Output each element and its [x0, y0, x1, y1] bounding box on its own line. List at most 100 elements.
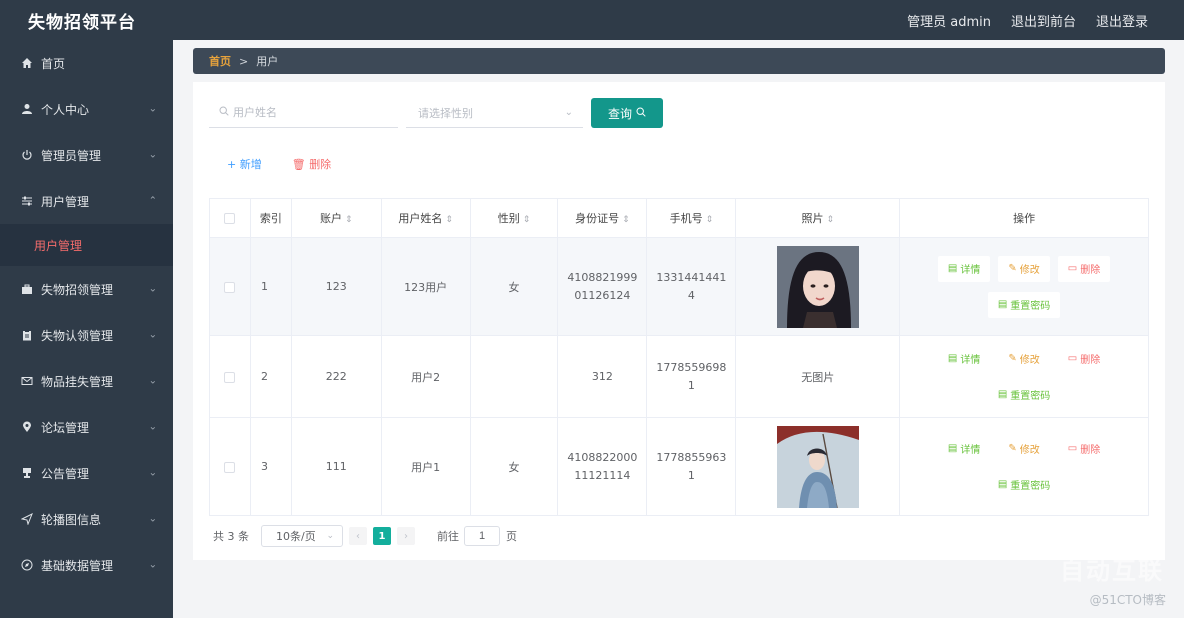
- edit-button[interactable]: ✎ 修改: [998, 255, 1050, 282]
- row-checkbox[interactable]: [209, 417, 251, 516]
- cell-gender: [469, 335, 559, 418]
- sidebar: 首页 个人中心 ⌄ 管理员管理 ⌄ 用户管理 ⌃ 用户管理 失物招领管理 ⌄ 失…: [0, 40, 173, 618]
- select-all-checkbox[interactable]: [209, 198, 251, 238]
- next-page-button[interactable]: ›: [397, 527, 415, 545]
- sidebar-subitem-user-manage[interactable]: 用户管理: [0, 224, 173, 266]
- sidebar-item-home[interactable]: 首页: [0, 40, 173, 86]
- admin-user-label[interactable]: 管理员 admin: [907, 11, 991, 30]
- sort-icon: ⇕: [345, 215, 353, 225]
- reset-password-button[interactable]: ▤ 重置密码: [987, 471, 1061, 498]
- pagination-total: 共 3 条: [213, 530, 249, 543]
- sort-icon: ⇕: [522, 215, 531, 225]
- col-account[interactable]: 账户 ⇕: [290, 198, 382, 238]
- home-icon: [20, 56, 34, 70]
- col-phone[interactable]: 手机号 ⇕: [646, 198, 737, 238]
- pencil-icon: ✎: [1008, 353, 1017, 364]
- delete-button[interactable]: ▭ 删除: [1057, 435, 1111, 462]
- sidebar-item-claims[interactable]: 失物认领管理 ⌄: [0, 312, 173, 358]
- row-checkbox[interactable]: [209, 237, 251, 336]
- document-icon: ▤: [947, 353, 958, 364]
- cell-photo: [735, 417, 901, 516]
- chevron-down-icon: ⌄: [148, 375, 157, 387]
- compass-icon: [20, 558, 34, 572]
- document-icon: ▤: [997, 389, 1008, 400]
- search-icon: [219, 106, 229, 119]
- clipboard-icon: [20, 328, 34, 342]
- detail-button[interactable]: ▤ 详情: [937, 255, 991, 282]
- sidebar-item-admin[interactable]: 管理员管理 ⌄: [0, 132, 173, 178]
- prev-page-button[interactable]: ‹: [349, 527, 367, 545]
- reset-password-button[interactable]: ▤ 重置密码: [987, 291, 1061, 318]
- sidebar-item-users[interactable]: 用户管理 ⌃: [0, 178, 173, 224]
- trash-icon: ▭: [1067, 443, 1078, 454]
- search-row: 请选择性别 ⌄ 查询: [209, 98, 663, 128]
- sidebar-item-forum[interactable]: 论坛管理 ⌄: [0, 404, 173, 450]
- user-photo[interactable]: [776, 425, 859, 508]
- user-photo[interactable]: [776, 245, 859, 328]
- breadcrumb-current: 用户: [256, 55, 279, 68]
- app-title: 失物招领平台: [28, 12, 136, 33]
- cell-name: 123用户: [380, 237, 471, 336]
- detail-button[interactable]: ▤ 详情: [937, 345, 991, 372]
- sliders-icon: [20, 194, 34, 208]
- breadcrumb-home[interactable]: 首页: [209, 53, 231, 69]
- add-button[interactable]: + 新增: [227, 156, 262, 172]
- pagination: 共 3 条 10条/页 ⌄ ‹ 1 › 前往 页: [213, 525, 517, 547]
- gender-select[interactable]: 请选择性别 ⌄: [406, 98, 583, 128]
- detail-button[interactable]: ▤ 详情: [937, 435, 991, 462]
- chevron-down-icon: ⌄: [564, 107, 573, 118]
- chevron-down-icon: ⌄: [148, 513, 157, 525]
- sidebar-item-loss-report[interactable]: 物品挂失管理 ⌄: [0, 358, 173, 404]
- sidebar-item-carousel[interactable]: 轮播图信息 ⌄: [0, 496, 173, 542]
- row-checkbox[interactable]: [209, 335, 251, 418]
- sidebar-item-profile[interactable]: 个人中心 ⌄: [0, 86, 173, 132]
- cell-photo: 无图片: [735, 335, 901, 418]
- delete-button[interactable]: ▭ 删除: [1057, 345, 1111, 372]
- trash-icon: 🗑: [291, 158, 306, 171]
- sidebar-item-notice[interactable]: 公告管理 ⌄: [0, 450, 173, 496]
- cell-name: 用户2: [380, 335, 471, 418]
- document-icon: ▤: [997, 299, 1008, 310]
- col-name[interactable]: 用户姓名 ⇕: [380, 198, 471, 238]
- page-number-1[interactable]: 1: [373, 527, 391, 545]
- gender-select-placeholder: 请选择性别: [418, 106, 473, 120]
- col-id-card[interactable]: 身份证号 ⇕: [557, 198, 648, 238]
- table-row: 1 123 123用户 女 4108821999 01126124 1331441…: [209, 237, 1149, 336]
- document-icon: ▤: [947, 263, 958, 274]
- name-search-input[interactable]: [233, 106, 383, 119]
- cell-id-card: 4108822000 11121114: [557, 417, 648, 516]
- watermark-text: @51CTO博客: [1089, 593, 1166, 607]
- cell-id-card: 4108821999 01126124: [557, 237, 648, 336]
- delete-button[interactable]: ▭ 删除: [1057, 255, 1111, 282]
- document-icon: ▤: [997, 479, 1008, 490]
- action-row: + 新增 🗑 删除: [227, 156, 331, 172]
- sidebar-item-lost-found[interactable]: 失物招领管理 ⌄: [0, 266, 173, 312]
- table-header-row: 索引 账户 ⇕ 用户姓名 ⇕ 性别 ⇕ 身份证号 ⇕ 手机号 ⇕ 照片 ⇕ 操作: [209, 198, 1149, 238]
- power-icon: [20, 148, 34, 162]
- send-icon: [20, 512, 34, 526]
- name-search-field[interactable]: [209, 98, 398, 128]
- batch-delete-button[interactable]: 🗑 删除: [292, 156, 331, 172]
- query-button[interactable]: 查询: [591, 98, 663, 128]
- user-icon: [20, 102, 34, 116]
- chevron-down-icon: ⌄: [148, 421, 157, 433]
- col-gender[interactable]: 性别 ⇕: [469, 198, 559, 238]
- sidebar-item-base-data[interactable]: 基础数据管理 ⌄: [0, 542, 173, 588]
- goto-page-input[interactable]: [464, 526, 500, 546]
- col-photo[interactable]: 照片 ⇕: [735, 198, 901, 238]
- sort-icon: ⇕: [826, 215, 835, 225]
- reset-password-button[interactable]: ▤ 重置密码: [987, 381, 1061, 408]
- cell-account: 111: [290, 417, 382, 516]
- cell-phone: 1778855963 1: [646, 417, 737, 516]
- cell-index: 2: [249, 335, 292, 418]
- header-links: 管理员 admin 退出到前台 退出登录: [907, 11, 1184, 30]
- logout-link[interactable]: 退出登录: [1096, 11, 1148, 30]
- edit-button[interactable]: ✎ 修改: [998, 435, 1050, 462]
- page-size-select[interactable]: 10条/页 ⌄: [261, 525, 343, 547]
- edit-button[interactable]: ✎ 修改: [998, 345, 1050, 372]
- trash-icon: ▭: [1067, 353, 1078, 364]
- location-icon: [20, 420, 34, 434]
- sort-icon: ⇕: [445, 215, 453, 225]
- table-row: 3 111 用户1 女 4108822000 11121114 177885596…: [209, 417, 1149, 516]
- exit-to-front-link[interactable]: 退出到前台: [1011, 11, 1076, 30]
